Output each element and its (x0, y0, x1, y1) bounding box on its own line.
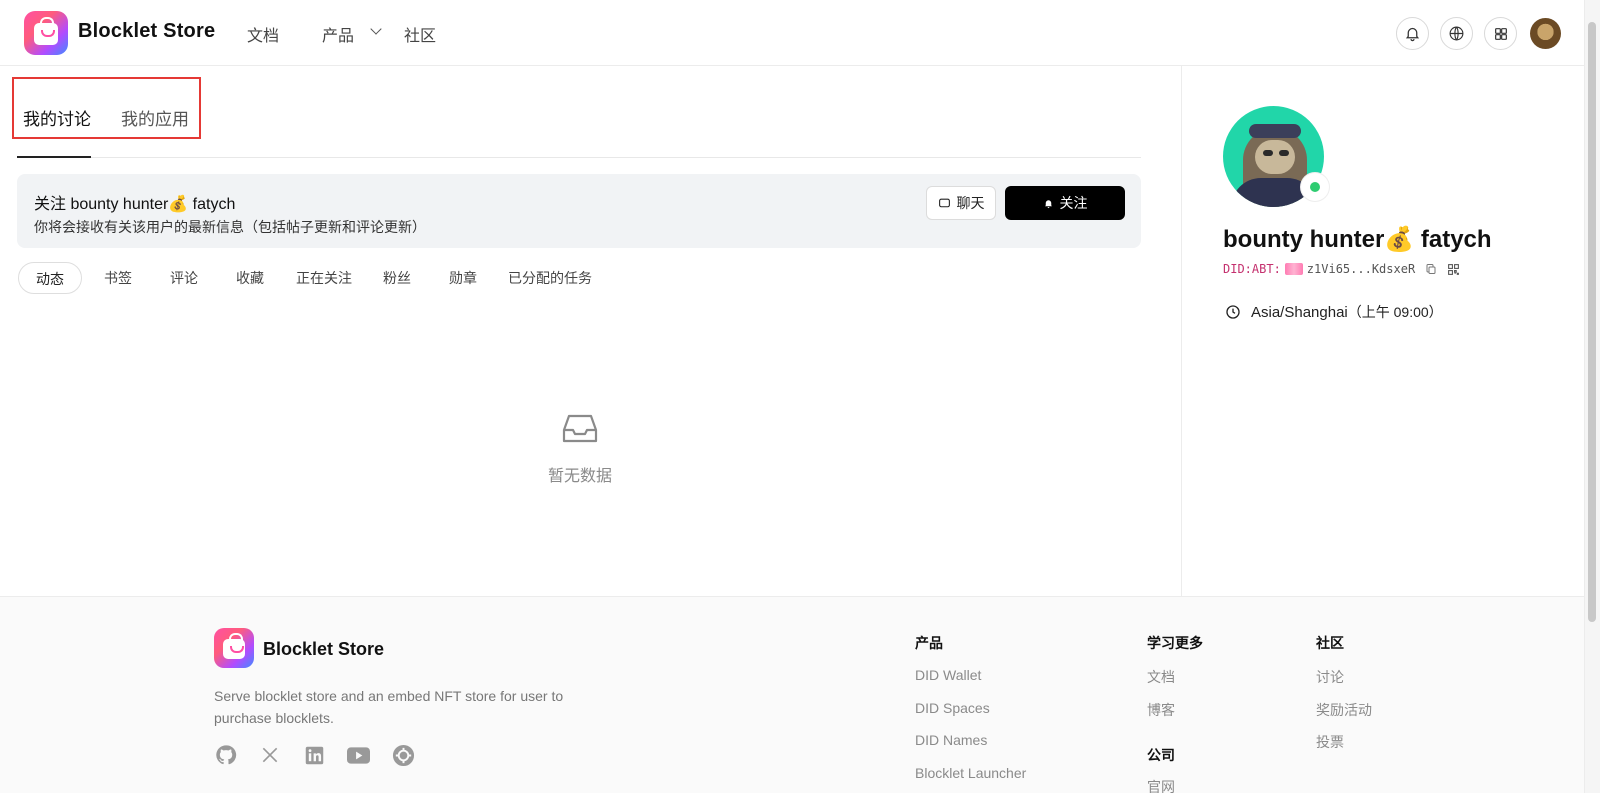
nav-docs[interactable]: 文档 (247, 22, 279, 46)
footer-link-docs[interactable]: 文档 (1147, 667, 1175, 687)
content-divider (1181, 66, 1182, 596)
user-avatar[interactable] (1530, 18, 1561, 49)
did-avatar-chip (1284, 263, 1303, 275)
empty-state-text: 暂无数据 (548, 468, 613, 485)
blocklet-store-logo[interactable] (24, 11, 68, 55)
profile-name: bounty hunter💰 fatych (1223, 226, 1492, 253)
did-prefix: DID:ABT: (1223, 262, 1281, 276)
footer-link-did-names[interactable]: DID Names (915, 732, 987, 748)
follow-button[interactable]: 关注 (1005, 186, 1125, 220)
qrcode-icon[interactable] (1447, 263, 1460, 276)
tabs-divider (17, 157, 1141, 158)
subtab-badges[interactable]: 勋章 (447, 262, 479, 294)
footer-heading-community: 社区 (1316, 635, 1344, 651)
footer-heading-learn-more: 学习更多 (1147, 635, 1203, 651)
subtab-bookmarks[interactable]: 书签 (102, 262, 134, 294)
page-footer: Blocklet Store Serve blocklet store and … (0, 596, 1584, 793)
nav-products[interactable]: 产品 (322, 22, 354, 46)
footer-link-did-wallet[interactable]: DID Wallet (915, 667, 981, 683)
subtab-favorites[interactable]: 收藏 (234, 262, 266, 294)
community-icon[interactable] (391, 743, 415, 767)
footer-link-discussions[interactable]: 讨论 (1316, 667, 1344, 687)
follow-title: 关注 bounty hunter💰 fatych (34, 196, 236, 213)
footer-link-rewards[interactable]: 奖励活动 (1316, 700, 1372, 720)
globe-icon (1449, 26, 1464, 41)
apps-button[interactable] (1484, 17, 1517, 50)
footer-heading-products: 产品 (915, 635, 943, 651)
scrollbar-thumb[interactable] (1588, 22, 1596, 622)
footer-brand[interactable]: Blocklet Store (263, 639, 384, 660)
youtube-icon[interactable] (346, 743, 370, 767)
x-twitter-icon[interactable] (258, 743, 282, 767)
follow-description: 你将会接收有关该用户的最新信息（包括帖子更新和评论更新） (34, 219, 426, 235)
did-address: z1Vi65...KdsxeR (1306, 262, 1416, 276)
copy-icon[interactable] (1425, 263, 1437, 275)
language-button[interactable] (1440, 17, 1473, 50)
footer-heading-company: 公司 (1147, 747, 1175, 763)
follow-card: 关注 bounty hunter💰 fatych 你将会接收有关该用户的最新信息… (17, 174, 1141, 248)
subtab-comments[interactable]: 评论 (168, 262, 200, 294)
subtab-activity[interactable]: 动态 (18, 262, 82, 294)
footer-link-blog[interactable]: 博客 (1147, 700, 1175, 720)
chat-button[interactable]: 聊天 (926, 186, 996, 220)
chevron-down-icon[interactable] (370, 23, 382, 35)
timezone: Asia/Shanghai (1251, 304, 1348, 321)
top-header: Blocklet Store 文档 产品 社区 (0, 0, 1584, 66)
local-time: （上午 09:00） (1347, 304, 1443, 320)
subtab-assigned-tasks[interactable]: 已分配的任务 (508, 262, 592, 294)
footer-link-voting[interactable]: 投票 (1316, 732, 1344, 752)
chat-label: 聊天 (956, 195, 985, 211)
notification-button[interactable] (1396, 17, 1429, 50)
linkedin-icon[interactable] (302, 743, 326, 767)
chat-icon (938, 198, 950, 207)
active-tab-indicator (17, 156, 91, 158)
brand-name[interactable]: Blocklet Store (78, 20, 215, 43)
tab-my-discussions[interactable]: 我的讨论 (23, 105, 91, 130)
grid-icon (1494, 27, 1507, 40)
nav-community[interactable]: 社区 (404, 22, 436, 46)
page-scrollbar[interactable] (1584, 0, 1600, 793)
clock-icon (1226, 305, 1240, 319)
inbox-icon (562, 414, 598, 443)
tab-my-apps[interactable]: 我的应用 (121, 105, 189, 130)
footer-description: Serve blocklet store and an embed NFT st… (214, 688, 564, 726)
bell-icon (1044, 199, 1052, 208)
subtab-following[interactable]: 正在关注 (296, 262, 352, 294)
timezone-row: Asia/Shanghai（上午 09:00） (1225, 302, 1443, 322)
footer-logo[interactable] (214, 628, 254, 668)
github-icon[interactable] (214, 743, 238, 767)
did-row: DID:ABT: z1Vi65...KdsxeR (1223, 262, 1460, 276)
online-status-indicator (1301, 173, 1329, 201)
footer-link-blocklet-launcher[interactable]: Blocklet Launcher (915, 765, 1026, 781)
bell-icon (1405, 27, 1420, 42)
subtab-followers[interactable]: 粉丝 (381, 262, 413, 294)
footer-link-did-spaces[interactable]: DID Spaces (915, 700, 990, 716)
footer-link-website[interactable]: 官网 (1147, 777, 1175, 793)
follow-label: 关注 (1059, 195, 1088, 211)
